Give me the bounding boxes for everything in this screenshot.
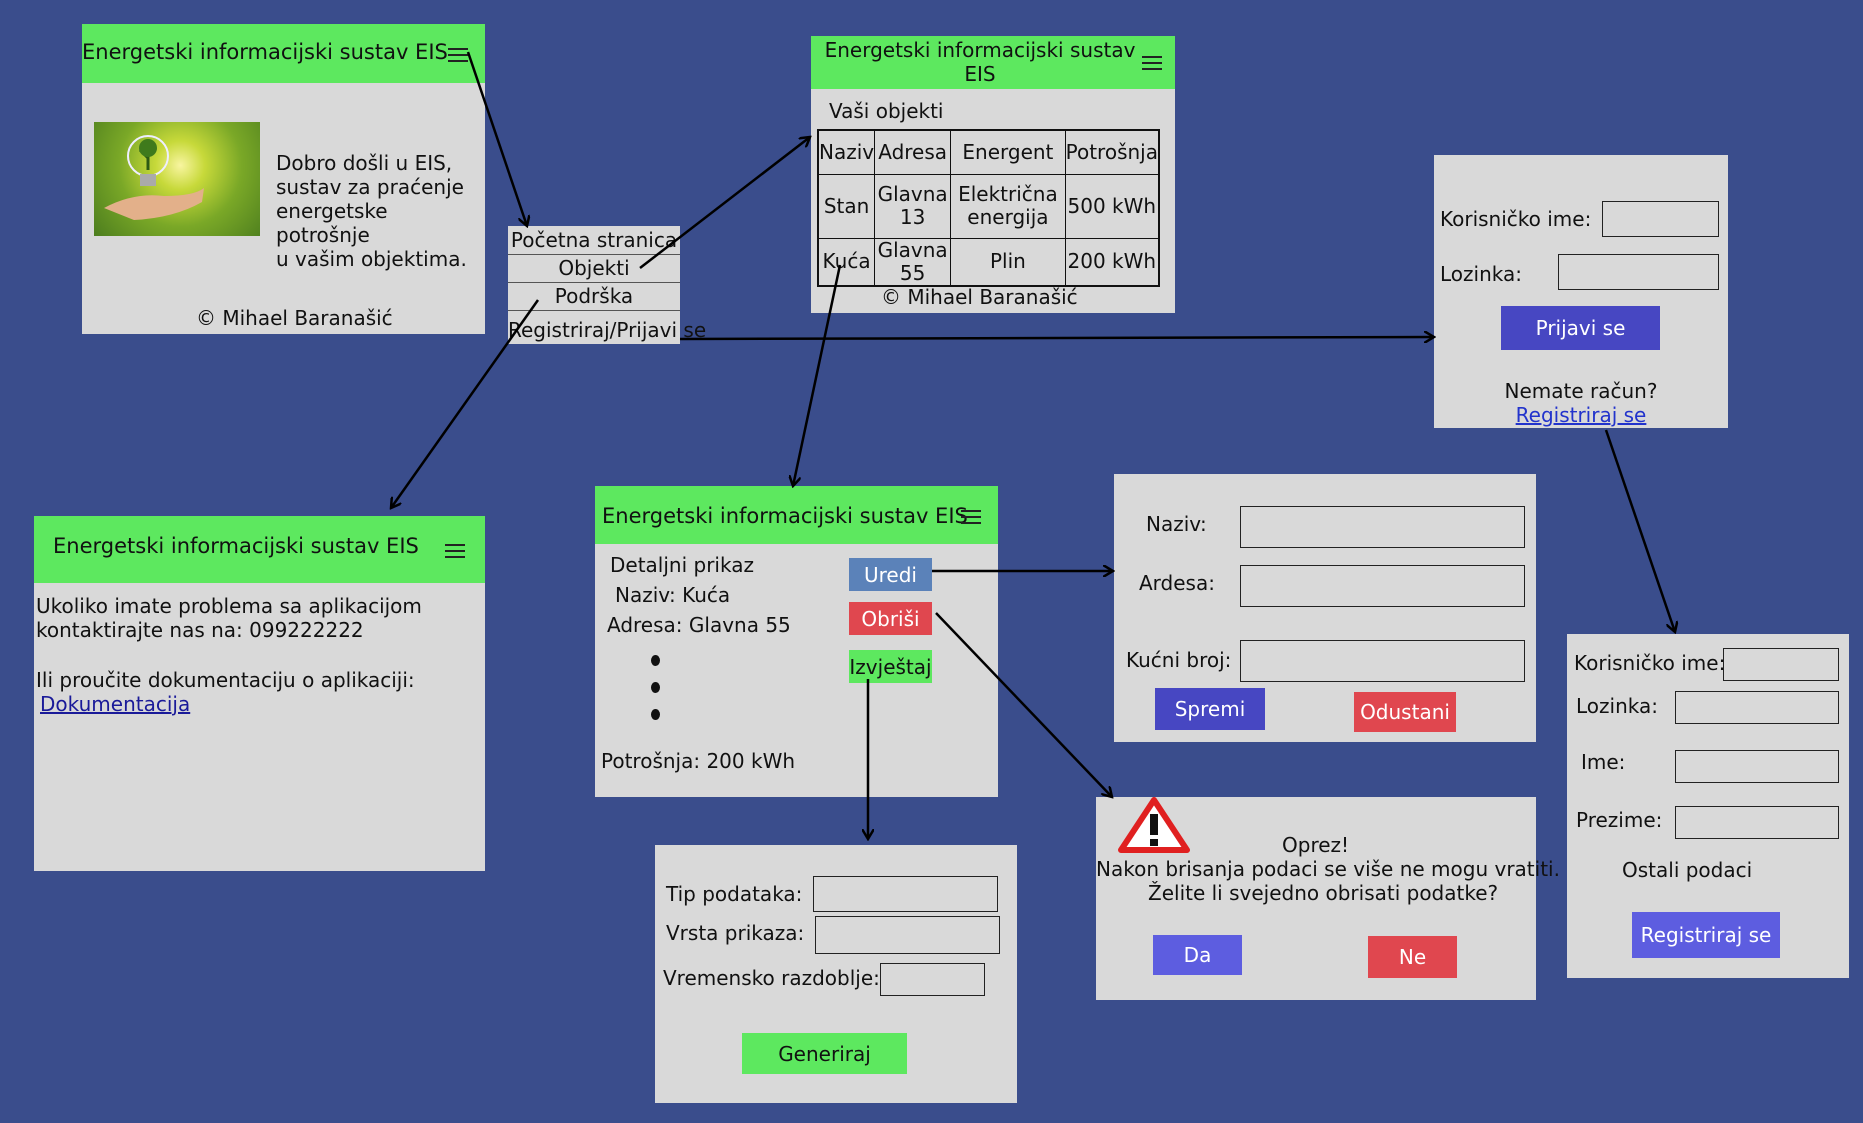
data-type-label: Tip podataka:	[666, 882, 803, 906]
ellipsis-dots	[651, 655, 660, 720]
confirm-yes-button[interactable]: Da	[1153, 935, 1242, 975]
welcome-text: Dobro došli u EIS, sustav za praćenje en…	[276, 151, 467, 271]
app-title: Energetski informacijski sustav EIS	[82, 40, 448, 64]
name-label: Naziv:	[1146, 512, 1207, 536]
home-screen: Energetski informacijski sustav EIS Dobr…	[82, 24, 485, 334]
warning-line-2: Želite li svejedno obrisati podatke?	[1148, 881, 1499, 905]
save-button[interactable]: Spremi	[1155, 688, 1265, 730]
nav-item-login-register[interactable]: Registriraj/Prijavi se	[508, 318, 706, 342]
data-type-field[interactable]	[813, 876, 998, 912]
hamburger-menu-icon[interactable]	[961, 510, 981, 526]
table-row[interactable]: Stan Glavna 13 Električna energija 500 k…	[817, 173, 1160, 239]
objects-screen: Energetski informacijski sustav EIS Vaši…	[811, 36, 1175, 313]
objects-table: Naziv Adresa Energent Potrošnja Stan Gla…	[817, 129, 1160, 287]
house-number-label: Kućni broj:	[1126, 648, 1232, 672]
arrow-login-to-form	[679, 337, 1434, 339]
column-header: Potrošnja	[1064, 129, 1160, 175]
period-label: Vremensko razdoblje:	[663, 966, 880, 990]
register-link[interactable]: Registriraj se	[1434, 403, 1728, 427]
edit-button[interactable]: Uredi	[849, 558, 932, 591]
report-button[interactable]: Izvještaj	[849, 650, 932, 683]
first-name-field[interactable]	[1675, 750, 1839, 783]
register-form: Korisničko ime: Lozinka: Ime: Prezime: O…	[1567, 634, 1849, 978]
detail-consumption: Potrošnja: 200 kWh	[601, 749, 796, 773]
delete-warning-dialog: Oprez! Nakon brisanja podaci se više ne …	[1096, 797, 1560, 1000]
edit-form: Naziv: Ardesa: Kućni broj: Spremi Odusta…	[1114, 474, 1536, 742]
table-cell: Kuća	[817, 237, 876, 286]
app-header: Energetski informacijski sustav EIS	[811, 36, 1175, 89]
first-name-label: Ime:	[1581, 750, 1626, 774]
house-number-field[interactable]	[1240, 640, 1525, 682]
username-label: Korisničko ime:	[1440, 207, 1592, 231]
address-label: Ardesa:	[1139, 571, 1215, 595]
other-data-text: Ostali podaci	[1622, 858, 1753, 882]
warning-line-1: Nakon brisanja podaci se više ne mogu vr…	[1096, 857, 1560, 881]
view-type-label: Vrsta prikaza:	[666, 921, 805, 945]
detail-screen: Energetski informacijski sustav EIS Deta…	[595, 486, 998, 797]
login-screen: Korisničko ime: Lozinka: Prijavi se Nema…	[1434, 155, 1728, 428]
login-button[interactable]: Prijavi se	[1501, 306, 1660, 350]
last-name-field[interactable]	[1675, 806, 1839, 839]
copyright: © Mihael Baranašić	[196, 306, 393, 330]
support-screen: Energetski informacijski sustav EIS Ukol…	[34, 516, 485, 871]
reg-username-field[interactable]	[1723, 648, 1839, 681]
detail-address: Adresa: Glavna 55	[607, 613, 791, 637]
hamburger-menu-icon[interactable]	[1142, 56, 1162, 72]
table-cell: 500 kWh	[1064, 173, 1160, 239]
detail-name: Naziv: Kuća	[615, 583, 731, 607]
nav-item-support[interactable]: Podrška	[508, 284, 680, 311]
generate-button[interactable]: Generiraj	[742, 1033, 907, 1074]
reg-password-label: Lozinka:	[1576, 694, 1658, 718]
table-cell: Glavna 55	[874, 237, 952, 286]
table-cell: Glavna 13	[874, 173, 952, 239]
last-name-label: Prezime:	[1576, 808, 1663, 832]
table-header-row: Naziv Adresa Energent Potrošnja	[817, 129, 1160, 175]
copyright: © Mihael Baranašić	[881, 285, 1078, 309]
lightbulb-plant-image	[94, 122, 260, 236]
app-header: Energetski informacijski sustav EIS	[34, 516, 485, 583]
app-title: Energetski informacijski sustav EIS	[824, 38, 1136, 86]
support-text: Ukoliko imate problema sa aplikacijom ko…	[36, 594, 422, 716]
password-label: Lozinka:	[1440, 262, 1522, 286]
reg-password-field[interactable]	[1675, 691, 1839, 724]
table-cell: Električna energija	[950, 173, 1066, 239]
column-header: Adresa	[874, 129, 952, 175]
no-account-text: Nemate račun?	[1504, 379, 1658, 403]
column-header: Naziv	[817, 129, 876, 175]
reg-username-label: Korisničko ime:	[1574, 651, 1726, 675]
column-header: Energent	[950, 129, 1066, 175]
address-field[interactable]	[1240, 565, 1525, 607]
objects-heading: Vaši objekti	[829, 99, 944, 123]
register-button[interactable]: Registriraj se	[1632, 912, 1780, 958]
password-field[interactable]	[1558, 254, 1719, 290]
app-title: Energetski informacijski sustav EIS	[602, 504, 968, 528]
name-field[interactable]	[1240, 506, 1525, 548]
app-header: Energetski informacijski sustav EIS	[595, 486, 998, 544]
view-type-field[interactable]	[815, 916, 1000, 954]
confirm-no-button[interactable]: Ne	[1368, 936, 1457, 978]
arrow-register-link-to-form	[1604, 429, 1675, 632]
hamburger-menu-icon[interactable]	[448, 48, 468, 64]
app-header: Energetski informacijski sustav EIS	[82, 24, 485, 83]
warning-icon	[1118, 797, 1190, 853]
documentation-link[interactable]: Dokumentacija	[40, 692, 422, 716]
nav-menu: Početna stranica Objekti Podrška Registr…	[508, 226, 706, 344]
cancel-button[interactable]: Odustani	[1354, 692, 1456, 732]
hamburger-menu-icon[interactable]	[445, 544, 465, 560]
warning-title: Oprez!	[1282, 833, 1350, 857]
delete-button[interactable]: Obriši	[849, 602, 932, 635]
username-field[interactable]	[1602, 201, 1719, 237]
app-title: Energetski informacijski sustav EIS	[53, 534, 419, 558]
period-field[interactable]	[880, 963, 985, 996]
table-cell: Stan	[817, 173, 876, 239]
detail-heading: Detaljni prikaz	[610, 553, 754, 577]
nav-item-home[interactable]: Početna stranica	[508, 228, 680, 255]
table-cell: 200 kWh	[1064, 237, 1160, 286]
nav-item-objects[interactable]: Objekti	[508, 256, 680, 283]
table-row[interactable]: Kuća Glavna 55 Plin 200 kWh	[817, 237, 1160, 286]
report-form: Tip podataka: Vrsta prikaza: Vremensko r…	[655, 845, 1017, 1103]
table-cell: Plin	[950, 237, 1066, 286]
